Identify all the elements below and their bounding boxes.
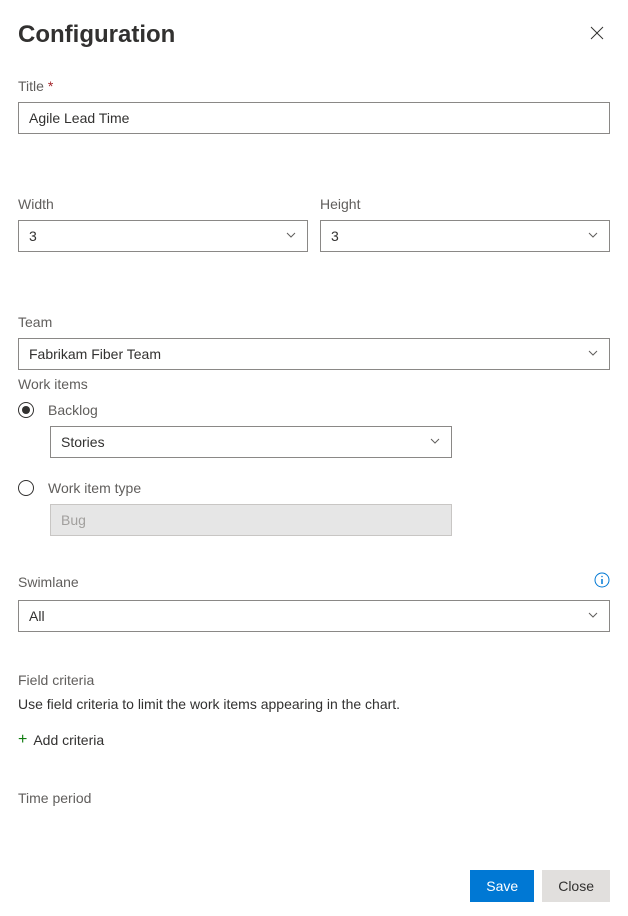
form-scroll-area[interactable]: Title * Width 3 Height 3 — [0, 60, 628, 856]
chevron-down-icon — [587, 228, 599, 244]
swimlane-field-group: Swimlane All — [18, 572, 610, 632]
close-icon — [590, 27, 604, 44]
height-field-group: Height 3 — [320, 196, 610, 252]
swimlane-label: Swimlane — [18, 574, 79, 590]
title-label: Title * — [18, 78, 610, 94]
work-item-type-select: Bug — [50, 504, 452, 536]
panel-footer: Save Close — [0, 856, 628, 916]
close-button[interactable] — [584, 20, 610, 50]
backlog-radio-row: Backlog — [18, 402, 610, 418]
close-footer-button[interactable]: Close — [542, 870, 610, 902]
team-select[interactable]: Fabrikam Fiber Team — [18, 338, 610, 370]
page-title: Configuration — [18, 21, 175, 49]
height-select[interactable]: 3 — [320, 220, 610, 252]
team-label: Team — [18, 314, 610, 330]
backlog-radio-label: Backlog — [48, 402, 98, 418]
chevron-down-icon — [587, 608, 599, 624]
size-row: Width 3 Height 3 — [18, 196, 610, 252]
swimlane-select[interactable]: All — [18, 600, 610, 632]
field-criteria-label: Field criteria — [18, 672, 610, 688]
chevron-down-icon — [587, 346, 599, 362]
work-items-label: Work items — [18, 376, 610, 392]
configuration-panel: Configuration Title * Width 3 — [0, 0, 628, 916]
width-field-group: Width 3 — [18, 196, 308, 252]
save-button[interactable]: Save — [470, 870, 534, 902]
chevron-down-icon — [429, 434, 441, 450]
info-icon[interactable] — [594, 572, 610, 592]
swimlane-label-row: Swimlane — [18, 572, 610, 592]
chevron-down-icon — [285, 228, 297, 244]
time-period-label: Time period — [18, 790, 610, 806]
backlog-content: Stories — [50, 426, 610, 458]
backlog-radio[interactable] — [18, 402, 34, 418]
plus-icon: + — [18, 732, 27, 748]
backlog-select[interactable]: Stories — [50, 426, 452, 458]
add-criteria-button[interactable]: + Add criteria — [18, 730, 104, 750]
title-input[interactable] — [18, 102, 610, 134]
field-criteria-description: Use field criteria to limit the work ite… — [18, 696, 610, 712]
work-item-type-radio-label: Work item type — [48, 480, 141, 496]
width-label: Width — [18, 196, 308, 212]
width-select[interactable]: 3 — [18, 220, 308, 252]
height-label: Height — [320, 196, 610, 212]
required-indicator: * — [48, 78, 53, 94]
panel-header: Configuration — [0, 0, 628, 50]
work-item-type-radio-row: Work item type — [18, 480, 610, 496]
team-field-group: Team Fabrikam Fiber Team — [18, 314, 610, 370]
work-item-type-content: Bug — [50, 504, 610, 536]
work-item-type-radio[interactable] — [18, 480, 34, 496]
title-field-group: Title * — [18, 78, 610, 134]
